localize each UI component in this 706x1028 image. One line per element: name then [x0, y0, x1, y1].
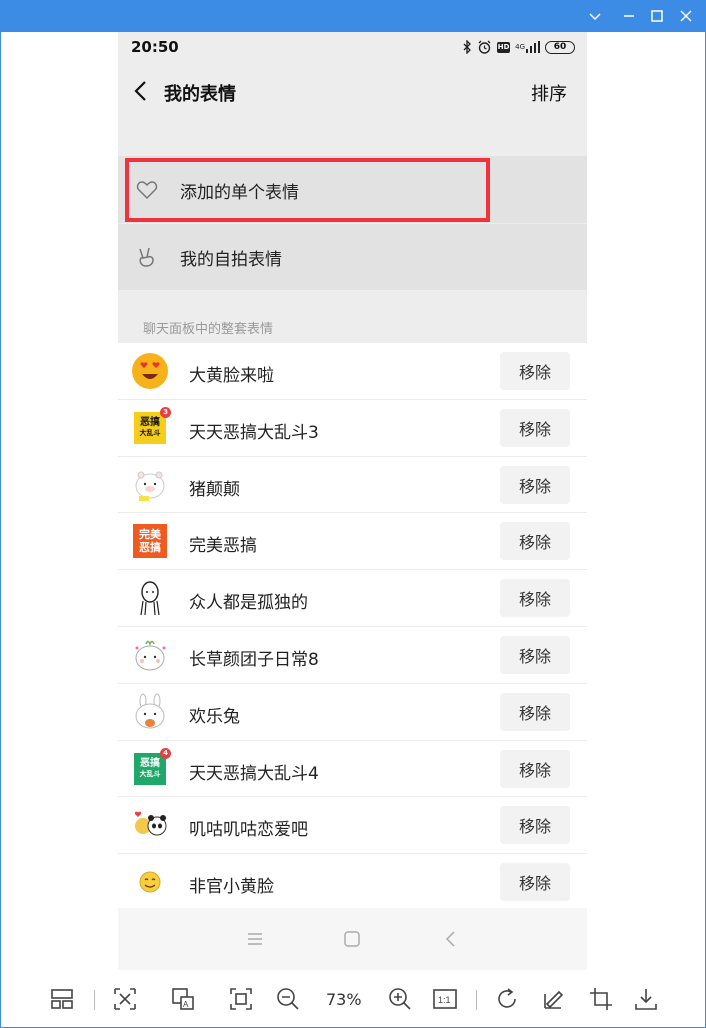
- list-item: 众人都是孤独的 移除: [118, 570, 587, 627]
- back-nav-icon[interactable]: [441, 929, 461, 949]
- pack-name: 长草颜团子日常8: [189, 649, 319, 670]
- home-icon[interactable]: [342, 929, 362, 949]
- thumb-text: 恶搞: [140, 416, 160, 428]
- toolbar-separator: [476, 990, 477, 1010]
- pack-name: 众人都是孤独的: [189, 593, 308, 614]
- rotate-icon[interactable]: [494, 986, 520, 1012]
- menu-icon[interactable]: [245, 929, 265, 949]
- zoom-level: 73%: [326, 990, 362, 1009]
- sticker-pack-list: 大黄脸来啦 移除 恶搞 大乱斗 3 天天恶搞大乱斗3 移除 猪颠颠 移除 完美 …: [118, 343, 587, 911]
- toolbar-separator: [94, 990, 95, 1010]
- thumb-text: 恶搞: [140, 757, 160, 769]
- remove-button[interactable]: 移除: [500, 579, 570, 618]
- alarm-icon: [477, 40, 492, 55]
- pack-name: 叽咕叽咕恋爱吧: [189, 820, 308, 841]
- actual-size-label: 1:1: [438, 995, 451, 1005]
- badge: 3: [160, 406, 171, 418]
- pack-name: 天天恶搞大乱斗4: [189, 763, 319, 784]
- remove-button[interactable]: 移除: [500, 863, 570, 902]
- pack-name: 天天恶搞大乱斗3: [189, 422, 319, 443]
- list-item: 叽咕叽咕恋爱吧 移除: [118, 797, 587, 855]
- list-item: 非官小黄脸 移除: [118, 854, 587, 911]
- edit-icon[interactable]: [541, 986, 567, 1012]
- window-titlebar: [0, 0, 706, 32]
- phone-screenshot: 20:50 HD 4G 60 我的表情 排序 添加的单个表情 我的自拍表情 聊天…: [118, 32, 587, 970]
- section-label: 聊天面板中的整套表情: [143, 322, 274, 337]
- signal-icon: 4G: [515, 41, 540, 53]
- lonely-figure-icon: [131, 579, 169, 617]
- sort-button[interactable]: 排序: [531, 80, 567, 106]
- egao-yellow-icon: 恶搞 大乱斗 3: [131, 406, 171, 447]
- remove-button[interactable]: 移除: [500, 408, 570, 447]
- bluetooth-icon: [463, 40, 472, 54]
- zoom-in-icon[interactable]: [387, 986, 413, 1012]
- maximize-button[interactable]: [647, 6, 667, 26]
- remove-button[interactable]: 移除: [500, 465, 570, 504]
- remove-button[interactable]: 移除: [500, 806, 570, 845]
- highlight-box: [125, 158, 490, 222]
- smile-face-icon: [131, 863, 169, 901]
- list-item: 完美 恶搞 完美恶搞 移除: [118, 513, 587, 571]
- rabbit-icon: [131, 693, 169, 731]
- system-nav-bar: [118, 908, 587, 970]
- page-title: 我的表情: [164, 84, 236, 105]
- heart-eyes-face-icon: [131, 352, 169, 390]
- list-item: 长草颜团子日常8 移除: [118, 627, 587, 684]
- wanmei-egao-icon: 完美 恶搞: [131, 522, 169, 560]
- victory-hand-icon: [135, 245, 159, 269]
- my-selfie-stickers-label: 我的自拍表情: [180, 250, 282, 270]
- nav-bar: 我的表情 排序: [118, 62, 587, 120]
- minimize-button[interactable]: [619, 6, 639, 26]
- list-item: 恶搞 大乱斗 4 天天恶搞大乱斗4 移除: [118, 741, 587, 798]
- egao-green-icon: 恶搞 大乱斗 4: [131, 747, 171, 788]
- thumb-text: 完美: [139, 528, 161, 542]
- my-selfie-stickers-item[interactable]: 我的自拍表情: [118, 223, 587, 290]
- list-item: 欢乐兔 移除: [118, 684, 587, 741]
- list-item: 大黄脸来啦 移除: [118, 343, 587, 400]
- pig-icon: [131, 466, 169, 504]
- back-icon[interactable]: [132, 79, 150, 103]
- tuanzi-icon: [131, 636, 169, 674]
- chevron-down-icon[interactable]: [585, 6, 605, 26]
- pack-name: 完美恶搞: [189, 536, 257, 557]
- remove-button[interactable]: 移除: [500, 692, 570, 731]
- remove-button[interactable]: 移除: [500, 522, 570, 561]
- panda-couple-icon: [131, 806, 169, 844]
- pack-name: 非官小黄脸: [189, 877, 274, 898]
- remove-button[interactable]: 移除: [500, 352, 570, 390]
- fullscreen-icon[interactable]: [228, 986, 254, 1012]
- svg-text:A: A: [183, 1000, 189, 1009]
- ocr-icon[interactable]: A: [170, 986, 196, 1012]
- download-icon[interactable]: [633, 986, 659, 1012]
- thumb-subtext: 恶搞: [139, 541, 161, 555]
- remove-button[interactable]: 移除: [500, 749, 570, 788]
- badge: 4: [160, 747, 171, 759]
- crop-icon[interactable]: [588, 986, 614, 1012]
- list-item: 猪颠颠 移除: [118, 457, 587, 514]
- pack-name: 猪颠颠: [189, 479, 240, 500]
- network-label: 4G: [515, 43, 525, 51]
- status-time: 20:50: [131, 38, 179, 56]
- thumb-subtext: 大乱斗: [139, 769, 161, 778]
- zoom-out-icon[interactable]: [275, 986, 301, 1012]
- list-item: 恶搞 大乱斗 3 天天恶搞大乱斗3 移除: [118, 400, 587, 457]
- hd-icon: HD: [497, 41, 511, 53]
- fit-icon[interactable]: [112, 986, 138, 1012]
- pack-name: 欢乐兔: [189, 706, 240, 727]
- thumbnails-icon[interactable]: [49, 986, 75, 1012]
- status-bar: 20:50 HD 4G 60: [118, 32, 587, 62]
- viewer-toolbar: A 73% 1:1: [0, 968, 706, 1028]
- pack-name: 大黄脸来啦: [189, 366, 274, 386]
- thumb-subtext: 大乱斗: [139, 428, 161, 437]
- remove-button[interactable]: 移除: [500, 635, 570, 674]
- close-button[interactable]: [676, 6, 696, 26]
- battery-indicator: 60: [545, 40, 575, 54]
- actual-size-icon[interactable]: 1:1: [432, 986, 458, 1012]
